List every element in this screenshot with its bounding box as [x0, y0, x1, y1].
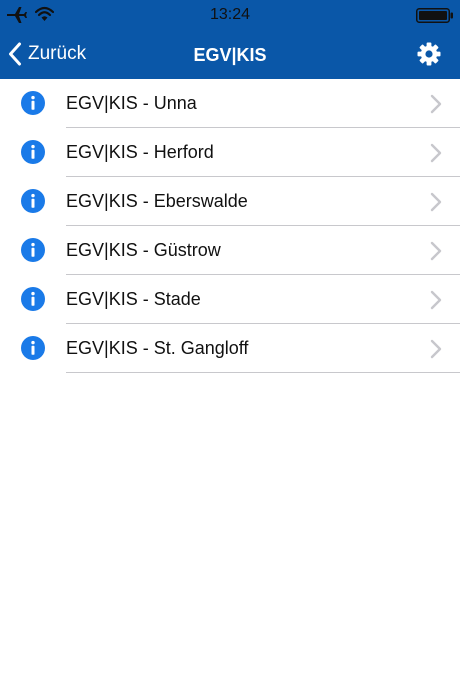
list-item[interactable]: EGV|KIS - Stade — [0, 275, 460, 324]
chevron-right-icon — [430, 94, 442, 114]
status-time: 13:24 — [209, 6, 251, 23]
gear-icon[interactable] — [417, 42, 441, 66]
list-item[interactable]: EGV|KIS - Herford — [0, 128, 460, 177]
battery-icon — [416, 8, 453, 23]
info-icon[interactable] — [21, 238, 45, 262]
list-item-label: EGV|KIS - Güstrow — [66, 240, 221, 260]
info-icon[interactable] — [21, 189, 45, 213]
info-icon[interactable] — [21, 336, 45, 360]
list-item[interactable]: EGV|KIS - Unna — [0, 79, 460, 128]
chevron-right-icon — [430, 290, 442, 310]
list-item[interactable]: EGV|KIS - St. Gangloff — [0, 324, 460, 373]
list-item-label: EGV|KIS - Unna — [66, 93, 197, 113]
back-label: Zurück — [28, 43, 87, 64]
list-item-label: EGV|KIS - Eberswalde — [66, 191, 248, 211]
nav-bar: Zurück EGV|KIS — [0, 30, 460, 79]
site-list: EGV|KIS - Unna EGV|KIS - Herford EGV|KIS… — [0, 79, 460, 373]
list-item-label: EGV|KIS - Stade — [66, 289, 201, 309]
chevron-right-icon — [430, 192, 442, 212]
chevron-right-icon — [430, 339, 442, 359]
list-item-label: EGV|KIS - St. Gangloff — [66, 338, 249, 358]
chevron-right-icon — [430, 143, 442, 163]
top-bar: 13:24 Zurück EGV|KIS — [0, 0, 460, 79]
list-item-label: EGV|KIS - Herford — [66, 142, 214, 162]
info-icon[interactable] — [21, 287, 45, 311]
info-icon[interactable] — [21, 91, 45, 115]
chevron-right-icon — [430, 241, 442, 261]
back-button[interactable]: Zurück — [8, 40, 86, 68]
divider — [66, 372, 460, 373]
info-icon[interactable] — [21, 140, 45, 164]
chevron-left-icon — [9, 42, 21, 66]
list-item[interactable]: EGV|KIS - Güstrow — [0, 226, 460, 275]
status-bar: 13:24 — [0, 0, 460, 30]
list-item[interactable]: EGV|KIS - Eberswalde — [0, 177, 460, 226]
